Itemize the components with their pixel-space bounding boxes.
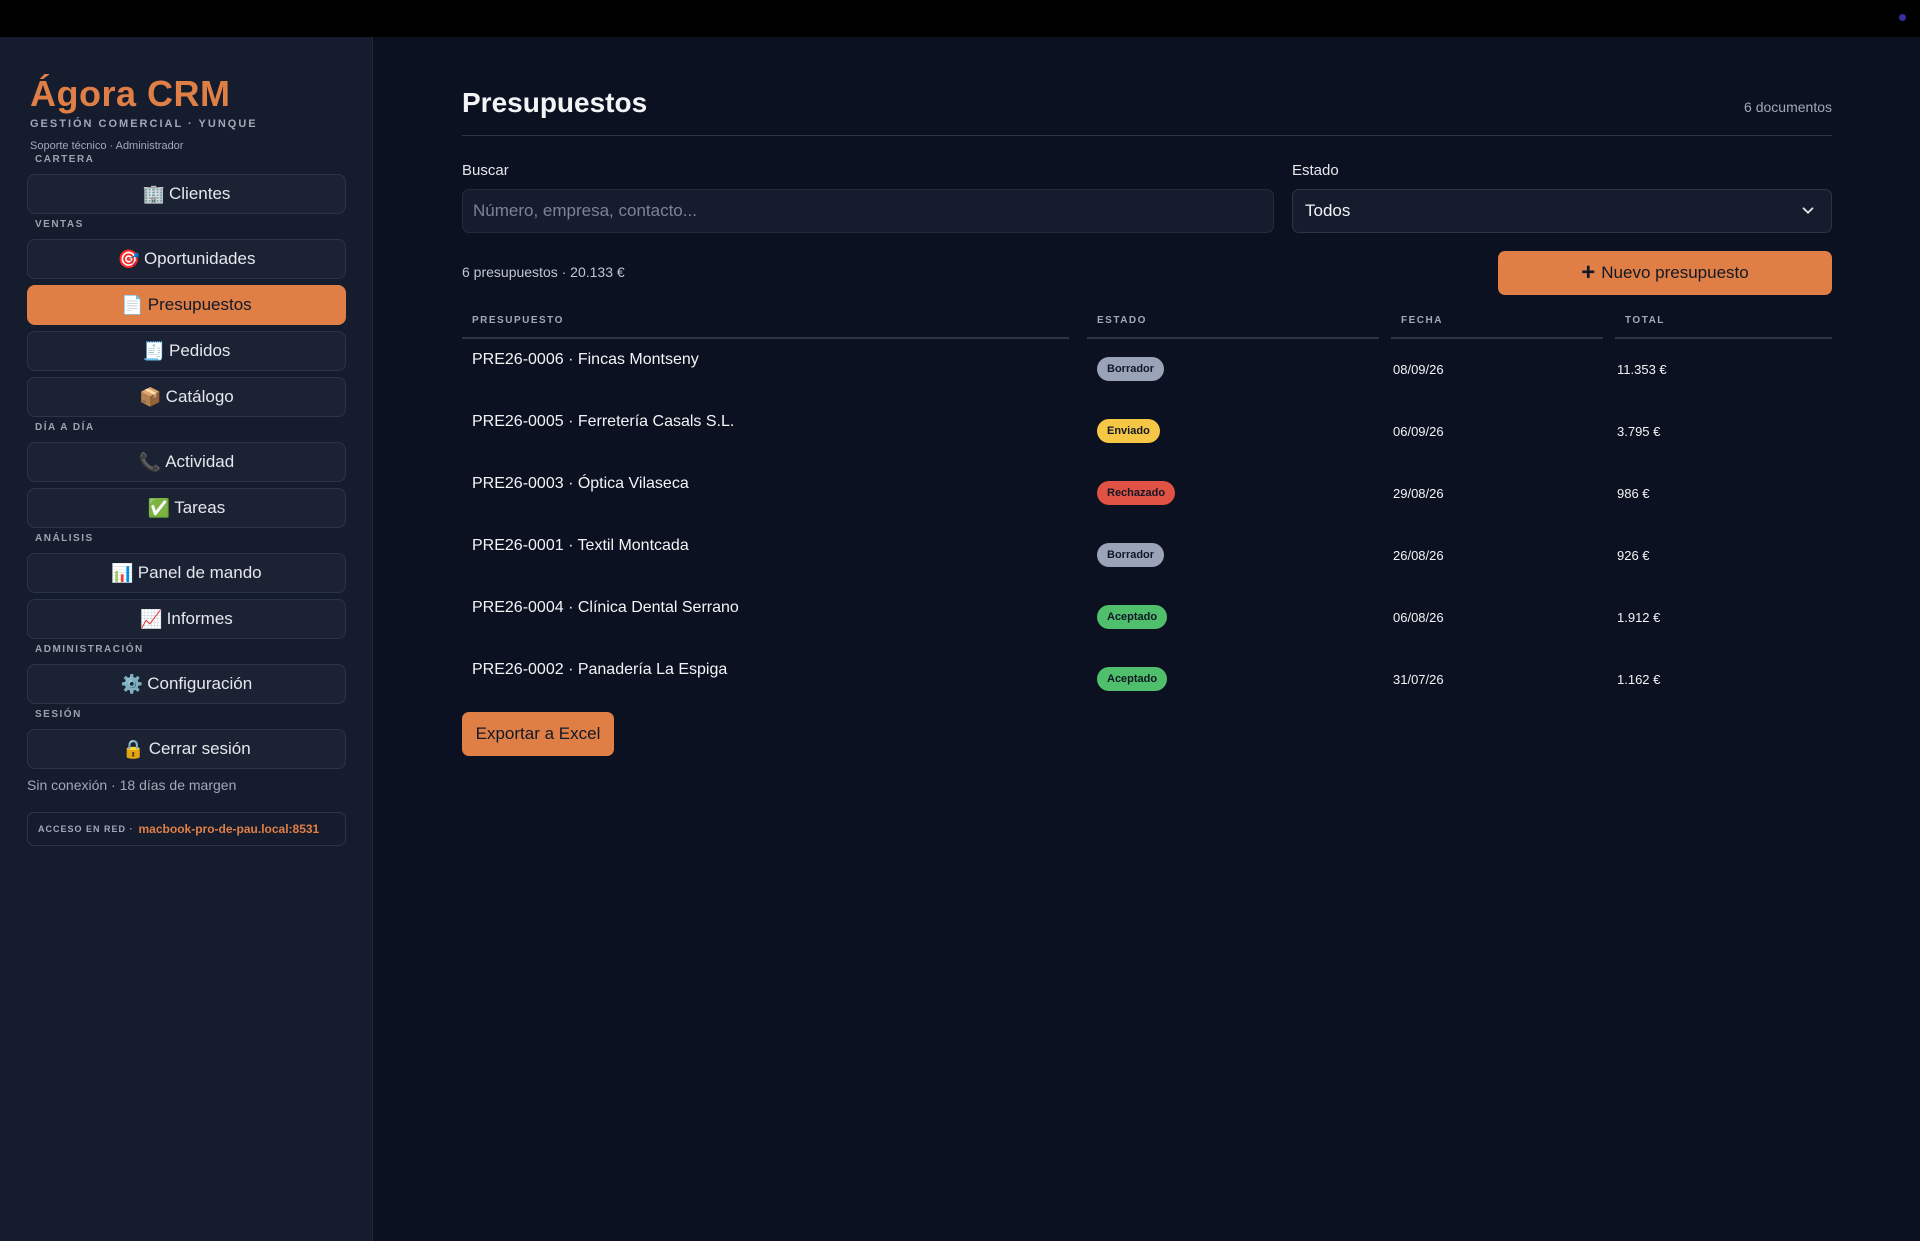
search-label: Buscar — [462, 162, 509, 179]
quote-date: 26/08/26 — [1393, 548, 1444, 563]
section-dia-a-dia: DÍA A DÍA — [35, 422, 95, 433]
network-access-box: ACCESO EN RED · macbook-pro-de-pau.local… — [27, 812, 346, 846]
user-role: Soporte técnico · Administrador — [30, 140, 184, 152]
sidebar-item-label: Clientes — [169, 184, 231, 203]
sidebar-item-oportunidades[interactable]: 🎯 Oportunidades — [27, 239, 346, 279]
sidebar-item-informes[interactable]: 📈 Informes — [27, 599, 346, 639]
quote-date: 29/08/26 — [1393, 486, 1444, 501]
status-badge: Rechazado — [1097, 481, 1176, 505]
receipt-icon: 🧾 — [142, 340, 165, 361]
new-quote-label: Nuevo presupuesto — [1601, 263, 1749, 282]
logout-button[interactable]: 🔒 Cerrar sesión — [27, 729, 346, 769]
sidebar-item-pedidos[interactable]: 🧾 Pedidos — [27, 331, 346, 371]
sidebar-item-clientes[interactable]: 🏢 Clientes — [27, 174, 346, 214]
sidebar-item-label: Informes — [166, 609, 233, 628]
quote-name[interactable]: PRE26-0002 · Panadería La Espiga — [472, 661, 727, 679]
quote-name[interactable]: PRE26-0006 · Fincas Montseny — [472, 351, 699, 369]
column-header-fecha: FECHA — [1391, 315, 1603, 339]
gear-icon: ⚙️ — [120, 673, 144, 694]
section-ventas: VENTAS — [35, 219, 84, 230]
section-cartera: CARTERA — [35, 154, 95, 165]
sidebar-item-label: Pedidos — [168, 341, 231, 360]
export-excel-button[interactable]: Exportar a Excel — [462, 712, 614, 756]
quote-total: 926 € — [1617, 548, 1650, 563]
sidebar-item-catalogo[interactable]: 📦 Catálogo — [27, 377, 346, 417]
lock-icon: 🔒 — [122, 738, 145, 759]
brand-logo: Ágora CRM — [30, 73, 231, 114]
page-title: Presupuestos — [462, 87, 648, 118]
quote-total: 1.912 € — [1617, 610, 1661, 625]
sidebar-item-label: Panel de mando — [137, 563, 262, 582]
check-icon: ✅ — [147, 497, 171, 518]
sidebar-item-panel-de-mando[interactable]: 📊 Panel de mando — [27, 553, 346, 593]
status-badge: Enviado — [1097, 419, 1160, 443]
offline-status: Sin conexión · 18 días de margen — [27, 777, 237, 793]
column-header-presupuesto: PRESUPUESTO — [462, 315, 1069, 339]
document-count: 6 documentos — [1744, 99, 1832, 115]
document-icon: 📄 — [121, 294, 144, 315]
section-analisis: ANÁLISIS — [35, 533, 94, 544]
plus-icon: + — [1581, 259, 1596, 286]
chevron-down-icon — [1802, 207, 1814, 214]
sidebar-item-configuracion[interactable]: ⚙️ Configuración — [27, 664, 346, 704]
status-dot-icon — [1899, 14, 1906, 21]
sidebar-item-label: Oportunidades — [143, 249, 256, 268]
quote-date: 31/07/26 — [1393, 672, 1444, 687]
quote-total: 11.353 € — [1617, 362, 1667, 377]
section-administracion: ADMINISTRACIÓN — [35, 644, 144, 655]
bar-chart-icon: 📊 — [111, 562, 134, 583]
building-icon: 🏢 — [142, 183, 165, 204]
status-filter-select[interactable]: Todos — [1292, 189, 1832, 233]
phone-icon: 📞 — [138, 451, 162, 472]
network-access-label: ACCESO EN RED · — [38, 824, 134, 834]
section-sesion: SESIÓN — [35, 709, 82, 720]
results-summary: 6 presupuestos · 20.133 € — [462, 264, 625, 280]
sidebar-item-presupuestos[interactable]: 📄 Presupuestos — [27, 285, 346, 325]
quote-name[interactable]: PRE26-0005 · Ferretería Casals S.L. — [472, 413, 734, 431]
quote-name[interactable]: PRE26-0001 · Textil Montcada — [472, 537, 689, 555]
status-badge: Borrador — [1097, 543, 1165, 567]
quote-date: 08/09/26 — [1393, 362, 1444, 377]
brand-subtitle: GESTIÓN COMERCIAL · YUNQUE — [30, 118, 258, 130]
column-header-total: TOTAL — [1615, 315, 1832, 339]
quote-total: 3.795 € — [1617, 424, 1661, 439]
quote-date: 06/09/26 — [1393, 424, 1444, 439]
title-divider — [462, 135, 1832, 136]
quote-date: 06/08/26 — [1393, 610, 1444, 625]
sidebar-item-actividad[interactable]: 📞 Actividad — [27, 442, 346, 482]
quote-name[interactable]: PRE26-0003 · Óptica Vilaseca — [472, 475, 689, 493]
status-filter-label: Estado — [1292, 162, 1339, 179]
sidebar-item-label: Tareas — [174, 498, 226, 517]
quote-total: 986 € — [1617, 486, 1650, 501]
sidebar-item-tareas[interactable]: ✅ Tareas — [27, 488, 346, 528]
quote-total: 1.162 € — [1617, 672, 1661, 687]
window-top-bar — [0, 0, 1920, 37]
status-badge: Aceptado — [1097, 667, 1168, 691]
target-icon: 🎯 — [117, 248, 140, 269]
search-input[interactable] — [462, 189, 1274, 233]
status-filter-value: Todos — [1305, 201, 1351, 220]
sidebar-item-label: Cerrar sesión — [148, 739, 251, 758]
sidebar-item-label: Catálogo — [165, 387, 234, 406]
status-badge: Borrador — [1097, 357, 1165, 381]
sidebar-item-label: Configuración — [147, 674, 253, 693]
new-quote-button[interactable]: + Nuevo presupuesto — [1498, 251, 1832, 295]
column-header-estado: ESTADO — [1087, 315, 1379, 339]
sidebar: Ágora CRM GESTIÓN COMERCIAL · YUNQUE Sop… — [0, 37, 373, 1241]
trend-chart-icon: 📈 — [140, 608, 163, 629]
network-host-link[interactable]: macbook-pro-de-pau.local:8531 — [139, 822, 320, 836]
sidebar-item-label: Actividad — [165, 452, 235, 471]
quote-name[interactable]: PRE26-0004 · Clínica Dental Serrano — [472, 599, 739, 617]
package-icon: 📦 — [139, 386, 162, 407]
sidebar-item-label: Presupuestos — [147, 295, 252, 314]
status-badge: Aceptado — [1097, 605, 1168, 629]
